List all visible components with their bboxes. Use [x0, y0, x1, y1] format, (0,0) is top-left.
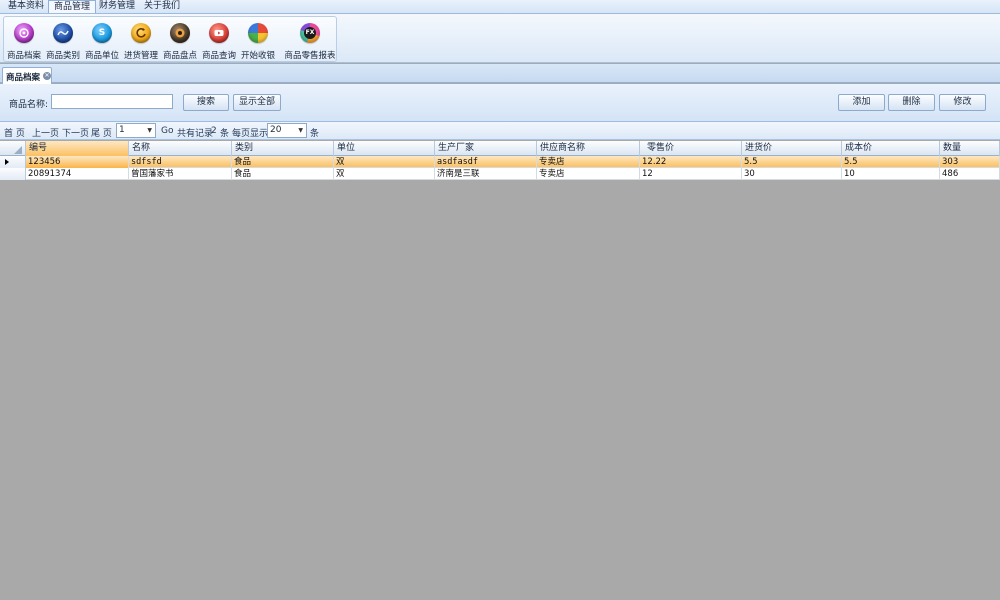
- cell-quantity[interactable]: 486: [940, 168, 1000, 180]
- cell-code[interactable]: 123456: [26, 156, 129, 168]
- total-records-suffix: 条: [220, 129, 230, 139]
- col-header-cost-price[interactable]: 成本价: [842, 141, 940, 156]
- cell-retail-price[interactable]: 12.22: [640, 156, 742, 168]
- close-icon[interactable]: ✕: [43, 72, 51, 80]
- ribbon: 商品档案 商品类别 S 商品单位 进货管理 商品盘点 商品查询 开始收银 FX …: [0, 13, 1000, 63]
- document-tab-bar: 商品档案 ✕: [0, 64, 1000, 84]
- purchase-refresh-icon: [131, 23, 151, 43]
- product-name-input[interactable]: [51, 94, 173, 109]
- delete-button[interactable]: 删除: [888, 94, 935, 111]
- cell-purchase-price[interactable]: 30: [742, 168, 842, 180]
- cell-purchase-price[interactable]: 5.5: [742, 156, 842, 168]
- cell-category[interactable]: 食品: [232, 156, 334, 168]
- inventory-disc-icon: [170, 23, 190, 43]
- retail-report-label: 商品零售报表: [284, 51, 336, 61]
- menu-tab-about[interactable]: 关于我们: [139, 0, 185, 13]
- cell-manufacturer[interactable]: asdfasdf: [435, 156, 537, 168]
- select-all-corner[interactable]: [0, 141, 26, 156]
- add-button[interactable]: 添加: [838, 94, 885, 111]
- show-all-button[interactable]: 显示全部: [233, 94, 281, 111]
- col-header-unit[interactable]: 单位: [334, 141, 435, 156]
- per-page-select[interactable]: 20 ▼: [267, 123, 307, 138]
- chevron-down-icon: ▼: [147, 127, 152, 134]
- col-header-category[interactable]: 类别: [232, 141, 334, 156]
- retail-report-button[interactable]: FX 商品零售报表: [284, 21, 336, 61]
- total-records-count: 2: [211, 126, 217, 136]
- ribbon-group-product: 商品档案 商品类别 S 商品单位 进货管理 商品盘点 商品查询 开始收银 FX …: [3, 16, 337, 62]
- row-header[interactable]: [0, 168, 26, 180]
- cell-quantity[interactable]: 303: [940, 156, 1000, 168]
- row-header[interactable]: [0, 156, 26, 168]
- product-archive-icon: [14, 23, 34, 43]
- col-header-retail-price[interactable]: 零售价: [640, 141, 742, 156]
- total-records-label: 共有记录: [177, 129, 214, 139]
- cell-code[interactable]: 20891374: [26, 168, 129, 180]
- start-cashier-button[interactable]: 开始收银: [234, 21, 282, 61]
- search-panel: 商品名称: 搜索 显示全部 添加 删除 修改: [0, 84, 1000, 122]
- per-page-value: 20: [270, 125, 282, 135]
- cashier-pinwheel-icon: [248, 23, 268, 43]
- cell-name[interactable]: 曾国藩家书: [129, 168, 232, 180]
- cell-cost-price[interactable]: 10: [842, 168, 940, 180]
- corner-triangle-icon: [14, 146, 22, 154]
- go-button[interactable]: Go: [161, 126, 173, 136]
- col-header-manufacturer[interactable]: 生产厂家: [435, 141, 537, 156]
- current-row-arrow-icon: [5, 159, 9, 165]
- menu-tab-basic-info[interactable]: 基本资料: [3, 0, 49, 13]
- cell-manufacturer[interactable]: 济南是三联: [435, 168, 537, 180]
- start-cashier-label: 开始收银: [240, 51, 275, 61]
- doc-tab-product-archive[interactable]: 商品档案 ✕: [2, 67, 52, 84]
- cell-unit[interactable]: 双: [334, 168, 435, 180]
- edit-button[interactable]: 修改: [939, 94, 986, 111]
- menu-bar: 基本资料 商品管理 财务管理 关于我们: [0, 0, 1000, 13]
- per-page-suffix: 条: [310, 129, 320, 139]
- cell-name[interactable]: sdfsfd: [129, 156, 232, 168]
- per-page-label: 每页显示: [232, 129, 269, 139]
- page-number-value: 1: [119, 125, 125, 135]
- first-page-link[interactable]: 首 页: [4, 126, 25, 139]
- col-header-quantity[interactable]: 数量: [940, 141, 1000, 156]
- last-page-link[interactable]: 尾 页: [91, 126, 112, 139]
- col-header-purchase-price[interactable]: 进货价: [742, 141, 842, 156]
- query-play-icon: [209, 23, 229, 43]
- col-header-name[interactable]: 名称: [129, 141, 232, 156]
- table-row[interactable]: 20891374 曾国藩家书 食品 双 济南是三联 专卖店 12 30 10 4…: [0, 168, 1000, 180]
- grid-header: 编号 名称 类别 单位 生产厂家 供应商名称 零售价 进货价 成本价 数量: [0, 141, 1000, 156]
- page-number-select[interactable]: 1 ▼: [116, 123, 156, 138]
- cell-cost-price[interactable]: 5.5: [842, 156, 940, 168]
- table-row[interactable]: 123456 sdfsfd 食品 双 asdfasdf 专卖店 12.22 5.…: [0, 156, 1000, 168]
- menu-tab-product-management[interactable]: 商品管理: [48, 0, 97, 13]
- cell-retail-price[interactable]: 12: [640, 168, 742, 180]
- search-button[interactable]: 搜索: [183, 94, 229, 111]
- next-page-link[interactable]: 下一页: [62, 126, 89, 139]
- prev-page-link[interactable]: 上一页: [32, 126, 59, 139]
- doc-tab-label: 商品档案: [6, 73, 41, 83]
- cell-supplier[interactable]: 专卖店: [537, 168, 640, 180]
- col-header-supplier[interactable]: 供应商名称: [537, 141, 640, 156]
- skype-unit-icon: S: [92, 23, 112, 43]
- col-header-code[interactable]: 编号: [26, 141, 129, 156]
- product-category-icon: [53, 23, 73, 43]
- menu-tab-finance[interactable]: 财务管理: [94, 0, 140, 13]
- pager: 首 页 上一页 下一页 尾 页 1 ▼ Go 共有记录 2 条 每页显示 20 …: [0, 122, 1000, 140]
- cell-supplier[interactable]: 专卖店: [537, 156, 640, 168]
- chevron-down-icon: ▼: [298, 127, 303, 134]
- fx-report-icon: FX: [300, 23, 320, 43]
- product-name-label: 商品名称:: [9, 100, 49, 110]
- cell-unit[interactable]: 双: [334, 156, 435, 168]
- cell-category[interactable]: 食品: [232, 168, 334, 180]
